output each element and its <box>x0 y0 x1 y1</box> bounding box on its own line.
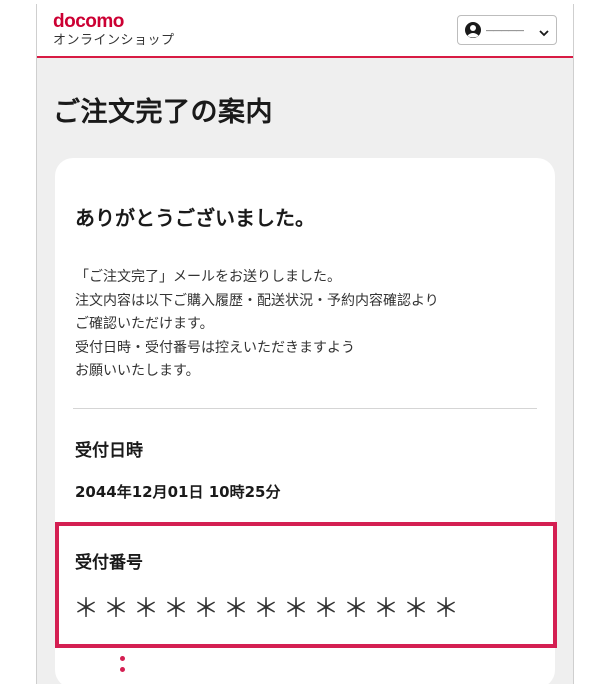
message-line: ご確認いただけます。 <box>75 316 214 332</box>
thanks-heading: ありがとうございました。 <box>75 206 315 230</box>
message-line: 「ご注文完了」メールをお送りしました。 <box>75 269 341 285</box>
chevron-down-icon <box>538 24 550 37</box>
received-number-label: 受付番号 <box>75 553 143 573</box>
page-title: ご注文完了の案内 <box>53 97 273 128</box>
message-line: 注文内容は以下ご購入履歴・配送状況・予約内容確認より <box>75 292 439 309</box>
site-header: docomo オンラインショップ ――――― <box>37 4 573 58</box>
received-date-value: 2044年12月01日 10時25分 <box>75 483 281 501</box>
received-number-value: ＊＊＊＊＊＊＊＊＊＊＊＊＊ <box>73 594 464 624</box>
account-menu-button[interactable]: ――――― <box>457 15 557 45</box>
dotted-connector <box>120 656 125 661</box>
account-name: ――――― <box>486 25 524 35</box>
message-line: 受付日時・受付番号は控えいただきますよう <box>75 339 355 356</box>
divider <box>73 408 537 409</box>
logo-wordmark: docomo <box>53 11 124 32</box>
docomo-logo[interactable]: docomo オンラインショップ <box>53 12 175 47</box>
user-circle-icon <box>464 21 482 39</box>
received-date-label: 受付日時 <box>75 441 143 461</box>
received-number-highlight: 受付番号 ＊＊＊＊＊＊＊＊＊＊＊＊＊ <box>55 522 557 648</box>
completion-message: 「ご注文完了」メールをお送りしました。 注文内容は以下ご購入履歴・配送状況・予約… <box>75 266 545 384</box>
message-line: お願いいたします。 <box>75 363 200 379</box>
dotted-connector <box>120 667 125 672</box>
logo-subtitle: オンラインショップ <box>53 33 175 48</box>
